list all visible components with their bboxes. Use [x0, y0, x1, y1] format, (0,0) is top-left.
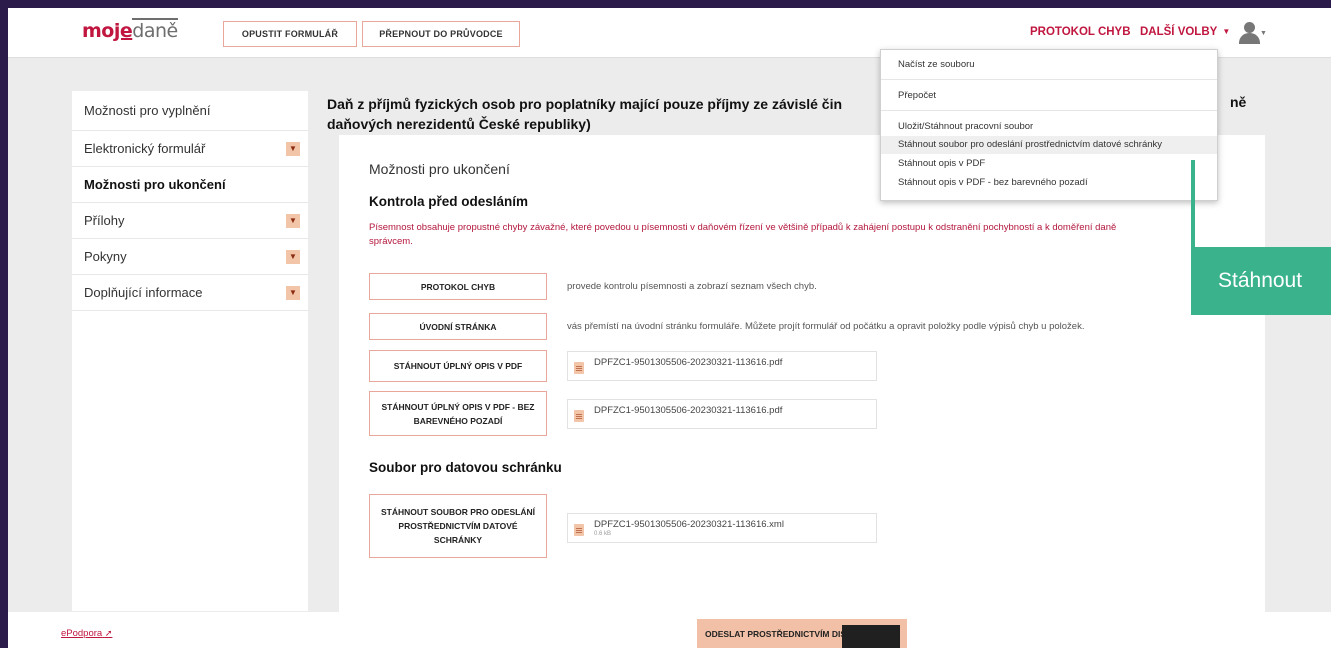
user-avatar-icon[interactable]: ▼	[1238, 22, 1267, 44]
download-databox-file-button[interactable]: STÁHNOUT SOUBOR PRO ODESLÁNÍ PROSTŘEDNIC…	[369, 494, 547, 558]
menu-item-recalculate[interactable]: Přepočet	[898, 90, 936, 101]
sidebar-item-attachments[interactable]: Přílohy ▼	[72, 203, 308, 239]
intro-page-description: vás přemístí na úvodní stránku formuláře…	[567, 321, 1085, 332]
leave-form-button[interactable]: OPUSTIT FORMULÁŘ	[223, 21, 357, 47]
sidebar-item-label: Možnosti pro vyplnění	[84, 103, 211, 118]
intro-page-button[interactable]: ÚVODNÍ STRÁNKA	[369, 313, 547, 340]
page-title-tail: ně	[1230, 94, 1247, 110]
check-heading: Kontrola před odesláním	[369, 194, 529, 209]
sidebar-item-label: Přílohy	[84, 213, 125, 228]
menu-item-save-working-file[interactable]: Uložit/Stáhnout pracovní soubor	[898, 121, 1033, 132]
sidebar-item-finish-options[interactable]: Možnosti pro ukončení	[72, 167, 308, 203]
menu-item-download-databox-file[interactable]: Stáhnout soubor pro odeslání prostřednic…	[898, 139, 1162, 150]
external-link-icon: ➚	[104, 628, 113, 638]
pdf-no-background-file-box[interactable]: DPFZC1-9501305506-20230321-113616.pdf	[567, 399, 877, 429]
error-protocol-button[interactable]: PROTOKOL CHYB	[369, 273, 547, 300]
menu-item-download-pdf[interactable]: Stáhnout opis v PDF	[898, 158, 985, 169]
sidebar-item-label: Pokyny	[84, 249, 127, 264]
sidebar-item-label: Elektronický formulář	[84, 141, 206, 156]
finish-options-panel: Možnosti pro ukončení Kontrola před odes…	[339, 135, 1265, 615]
menu-item-download-pdf-no-background[interactable]: Stáhnout opis v PDF - bez barevného poza…	[898, 177, 1088, 188]
panel-subtitle: Možnosti pro ukončení	[369, 161, 510, 177]
sidebar-item-fill-options[interactable]: Možnosti pro vyplnění	[72, 91, 308, 131]
xml-file-box[interactable]: DPFZC1-9501305506-20230321-113616.xml 0.…	[567, 513, 877, 543]
page-title-line-2: daňových nerezidentů České republiky)	[327, 116, 591, 132]
mojedane-logo[interactable]: mojedaně	[82, 18, 178, 42]
download-pdf-no-background-button[interactable]: STÁHNOUT ÚPLNÝ OPIS V PDF - BEZ BAREVNÉH…	[369, 391, 547, 436]
file-icon	[574, 362, 584, 374]
chevron-down-icon[interactable]: ▼	[286, 213, 300, 228]
sidebar-item-electronic-form[interactable]: Elektronický formulář ▼	[72, 131, 308, 167]
app-frame: mojedaně OPUSTIT FORMULÁŘ PŘEPNOUT DO PR…	[8, 8, 1331, 648]
menu-item-load-file[interactable]: Načíst ze souboru	[898, 59, 975, 70]
download-pdf-button[interactable]: STÁHNOUT ÚPLNÝ OPIS V PDF	[369, 350, 547, 382]
page-title: Daň z příjmů fyzických osob pro poplatní…	[327, 94, 887, 134]
sidebar-item-instructions[interactable]: Pokyny ▼	[72, 239, 308, 275]
pdf-file-box[interactable]: DPFZC1-9501305506-20230321-113616.pdf	[567, 351, 877, 381]
databox-heading: Soubor pro datovou schránku	[369, 460, 562, 475]
footer-bar	[8, 612, 1331, 648]
sidebar-item-additional-info[interactable]: Doplňující informace ▼	[72, 275, 308, 311]
menu-divider	[881, 79, 1217, 80]
error-protocol-link[interactable]: PROTOKOL CHYB	[1030, 26, 1131, 38]
sidebar-item-label: Možnosti pro ukončení	[84, 177, 226, 192]
support-link[interactable]: ePodpora ➚	[61, 628, 112, 639]
pdf-no-background-file-name: DPFZC1-9501305506-20230321-113616.pdf	[594, 405, 783, 416]
chevron-down-icon[interactable]: ▼	[286, 285, 300, 300]
chevron-down-icon: ▼	[1222, 27, 1231, 36]
switch-to-guide-button[interactable]: PŘEPNOUT DO PRŮVODCE	[362, 21, 520, 47]
chevron-down-icon[interactable]: ▼	[286, 249, 300, 264]
download-callout: Stáhnout	[1191, 247, 1331, 315]
xml-file-name: DPFZC1-9501305506-20230321-113616.xml	[594, 519, 784, 530]
warning-message: Písemnost obsahuje propustné chyby závaž…	[369, 222, 1117, 247]
more-options-menu[interactable]: DALŠÍ VOLBY ▼	[1140, 26, 1230, 38]
file-icon	[574, 524, 584, 536]
sidebar: Možnosti pro vyplnění Elektronický formu…	[72, 91, 308, 611]
more-options-dropdown: Načíst ze souboru Přepočet Uložit/Stáhno…	[880, 49, 1218, 201]
chevron-down-icon: ▼	[1260, 30, 1267, 37]
menu-divider	[881, 110, 1217, 111]
more-options-label: DALŠÍ VOLBY	[1140, 26, 1218, 38]
sidebar-item-label: Doplňující informace	[84, 285, 203, 300]
support-link-label: ePodpora	[61, 628, 103, 639]
pdf-file-name: DPFZC1-9501305506-20230321-113616.pdf	[594, 357, 783, 368]
redacted-block	[842, 625, 900, 648]
xml-file-size: 0.6 kB	[594, 531, 612, 537]
chevron-down-icon[interactable]: ▼	[286, 141, 300, 156]
page-title-line-1: Daň z příjmů fyzických osob pro poplatní…	[327, 96, 843, 112]
file-icon	[574, 410, 584, 422]
error-protocol-description: provede kontrolu písemnosti a zobrazí se…	[567, 281, 817, 292]
